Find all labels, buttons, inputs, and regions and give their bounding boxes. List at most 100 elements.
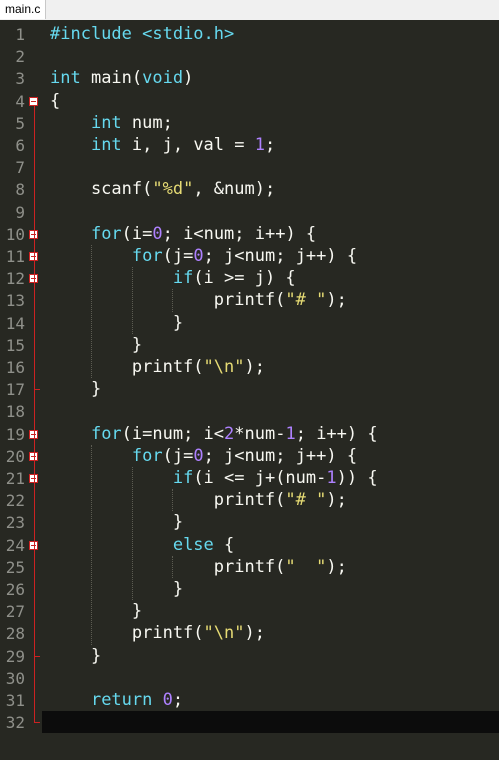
- code-line[interactable]: scanf("%d", &num);: [42, 178, 499, 201]
- code-line[interactable]: [42, 400, 499, 423]
- code-token: printf(: [50, 623, 204, 644]
- code-text: int num;: [50, 112, 173, 135]
- code-token: }: [50, 379, 102, 400]
- code-token: ; j<num; j++) {: [203, 246, 358, 266]
- indent-guide: [90, 245, 92, 379]
- fold-toggle-icon[interactable]: [29, 96, 38, 106]
- code-line[interactable]: if(i <= j+(num-1)) {: [42, 467, 499, 490]
- code-line[interactable]: }: [42, 600, 499, 623]
- tab-bar: main.c: [0, 0, 499, 21]
- code-token: num;: [121, 112, 173, 133]
- code-token: " ": [285, 556, 327, 577]
- line-number: 21: [5, 469, 25, 488]
- code-token: 0: [152, 223, 163, 244]
- line-number: 19: [5, 424, 25, 444]
- code-token: for: [131, 246, 163, 266]
- current-line-highlight: [42, 711, 499, 734]
- code-text: for(j=0; j<num; j++) {: [50, 445, 357, 468]
- code-token: ;: [264, 135, 276, 155]
- code-line[interactable]: #include <stdio.h>: [42, 23, 499, 46]
- code-token: 0: [193, 246, 204, 266]
- code-token: , &num);: [193, 179, 276, 200]
- code-token: }: [50, 312, 184, 333]
- line-number: 1: [15, 25, 25, 44]
- code-text: else {: [50, 534, 234, 557]
- tab-main-c[interactable]: main.c: [0, 0, 47, 19]
- code-token: {: [213, 534, 235, 555]
- code-token: int: [90, 112, 122, 133]
- code-line[interactable]: int num;: [42, 112, 499, 135]
- line-number: 13: [5, 291, 25, 311]
- code-line[interactable]: printf("# ");: [42, 289, 499, 312]
- code-token: 2: [224, 423, 235, 444]
- code-token: 1: [285, 423, 296, 444]
- code-line[interactable]: int i, j, val = 1;: [42, 134, 499, 157]
- code-area[interactable]: #include <stdio.h> int main(void){ int nu…: [42, 20, 499, 760]
- code-line[interactable]: for(i=0; i<num; i++) {: [42, 223, 499, 246]
- fold-end-marker: [34, 722, 40, 724]
- code-token: *num-: [234, 423, 286, 444]
- code-token: return: [90, 690, 153, 710]
- code-token: for: [90, 223, 122, 244]
- code-line[interactable]: [42, 45, 499, 68]
- line-number: 7: [15, 158, 25, 178]
- code-token: ;: [172, 690, 184, 710]
- code-line[interactable]: [42, 667, 499, 690]
- code-line[interactable]: for(j=0; j<num; j++) {: [42, 445, 499, 468]
- line-number: 3: [15, 69, 25, 89]
- code-line[interactable]: int main(void): [42, 67, 499, 90]
- code-token: }: [50, 334, 143, 355]
- code-line[interactable]: [42, 201, 499, 224]
- code-text: #include <stdio.h>: [50, 23, 234, 46]
- code-line[interactable]: }: [42, 312, 499, 335]
- code-line[interactable]: }: [42, 645, 499, 668]
- code-line[interactable]: printf("# ");: [42, 489, 499, 512]
- code-token: (j=: [162, 246, 194, 266]
- code-text: }: [50, 312, 183, 335]
- code-line[interactable]: for(j=0; j<num; j++) {: [42, 245, 499, 268]
- line-number: 20: [5, 446, 25, 466]
- code-editor[interactable]: 1 2 3 4 5 6 7 8 9 10 11 12 13 14 15 16 17 18 19 20 21 22 23 24 2…: [0, 20, 499, 760]
- code-text: int i, j, val = 1;: [50, 134, 275, 157]
- code-token: for: [90, 423, 122, 444]
- line-number: 26: [5, 580, 25, 599]
- code-text: for(i=0; i<num; i++) {: [50, 223, 316, 246]
- code-token: printf(: [50, 290, 286, 311]
- code-text: for(j=0; j<num; j++) {: [50, 245, 357, 268]
- code-line[interactable]: }: [42, 334, 499, 357]
- code-text: {: [50, 90, 60, 113]
- code-line[interactable]: if(i >= j) {: [42, 267, 499, 290]
- line-number: 17: [5, 380, 25, 400]
- line-number: 32: [5, 713, 25, 733]
- code-token: {: [50, 90, 61, 111]
- code-line[interactable]: [42, 156, 499, 179]
- code-line[interactable]: }: [42, 511, 499, 534]
- code-token: i, j, val =: [121, 135, 255, 155]
- line-number-gutter: 1 2 3 4 5 6 7 8 9 10 11 12 13 14 15 16 17 18 19 20 21 22 23 24 2…: [0, 20, 28, 760]
- line-number: 23: [5, 513, 25, 533]
- code-line[interactable]: }: [42, 378, 499, 401]
- code-token: ; i<num; i++) {: [162, 223, 317, 244]
- code-line[interactable]: printf(" ");: [42, 556, 499, 579]
- code-token: printf(: [50, 490, 286, 511]
- code-line[interactable]: printf("\n");: [42, 356, 499, 379]
- code-line[interactable]: printf("\n");: [42, 622, 499, 645]
- line-number: 14: [5, 313, 25, 333]
- code-line[interactable]: }: [42, 578, 499, 601]
- code-token: (i >= j) {: [193, 268, 296, 289]
- code-line[interactable]: for(i=num; i<2*num-1; i++) {: [42, 423, 499, 446]
- code-line[interactable]: {: [42, 90, 499, 113]
- code-token: (i <= j+(num-: [193, 468, 327, 488]
- code-token: 1: [254, 135, 265, 155]
- code-token: <stdio.h>: [142, 24, 235, 44]
- code-line[interactable]: else {: [42, 534, 499, 557]
- code-token: 1: [326, 468, 337, 488]
- code-line[interactable]: return 0;: [42, 689, 499, 712]
- code-text: }: [50, 645, 101, 668]
- code-text: }: [50, 378, 101, 401]
